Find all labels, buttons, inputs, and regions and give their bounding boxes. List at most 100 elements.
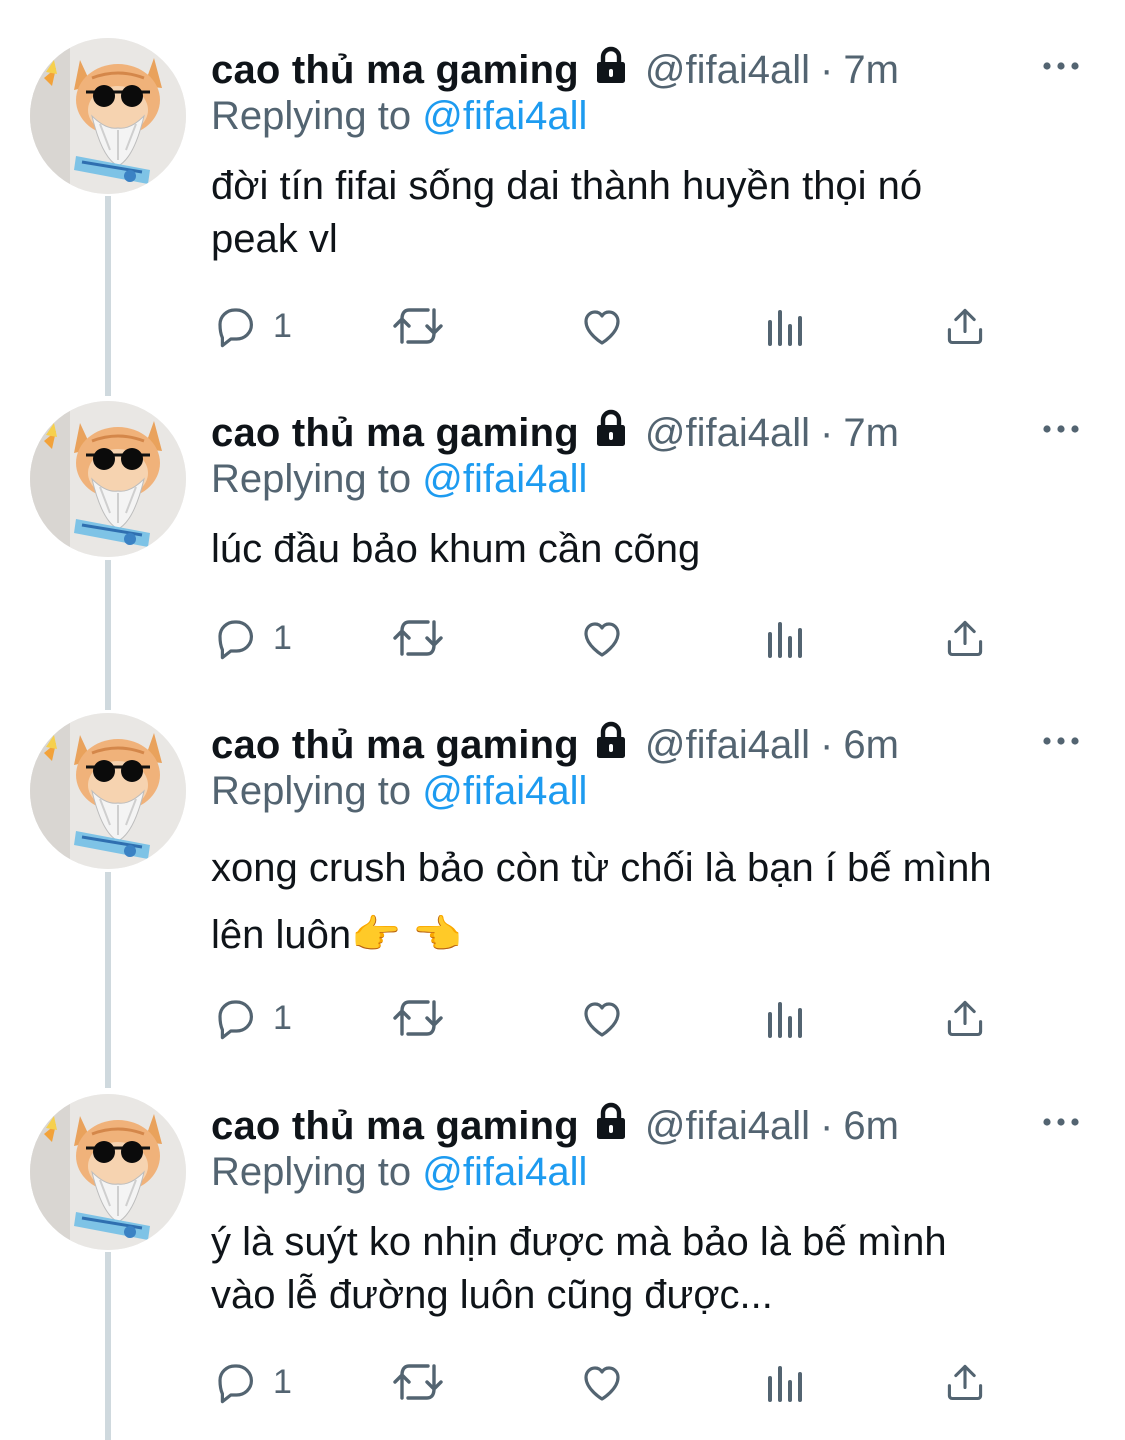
user-handle[interactable]: @fifai4all xyxy=(645,48,810,93)
user-handle[interactable]: @fifai4all xyxy=(645,1104,810,1149)
avatar[interactable] xyxy=(30,713,186,869)
action-bar: 1 xyxy=(211,296,1011,356)
avatar[interactable] xyxy=(30,38,186,194)
heart-icon xyxy=(577,302,627,350)
lock-icon xyxy=(591,408,631,458)
timestamp[interactable]: 7m xyxy=(843,411,899,456)
mention-link[interactable]: @fifai4all xyxy=(422,1150,587,1194)
mention-link[interactable]: @fifai4all xyxy=(422,769,587,813)
retweet-icon xyxy=(389,994,447,1042)
tweet-header: cao thủ ma gaming @fifai4all · 7m xyxy=(211,40,899,100)
more-dots-icon[interactable] xyxy=(1041,731,1081,751)
views-button[interactable] xyxy=(763,1352,805,1412)
timestamp[interactable]: 6m xyxy=(843,723,899,768)
reply-count: 1 xyxy=(273,1362,292,1401)
reply-button[interactable]: 1 xyxy=(211,608,292,668)
separator-dot: · xyxy=(820,410,834,455)
share-upload-icon xyxy=(943,302,987,350)
separator-dot: · xyxy=(820,722,834,767)
user-handle[interactable]: @fifai4all xyxy=(645,411,810,456)
separator-dot: · xyxy=(820,1103,834,1148)
lock-icon xyxy=(591,1101,631,1151)
more-dots-icon[interactable] xyxy=(1041,419,1081,439)
heart-icon xyxy=(577,1358,627,1406)
reply-bubble-icon xyxy=(211,302,259,350)
retweet-icon xyxy=(389,614,447,662)
reply-bubble-icon xyxy=(211,994,259,1042)
share-button[interactable] xyxy=(943,608,987,668)
action-bar: 1 xyxy=(211,1352,1011,1412)
retweet-icon xyxy=(389,1358,447,1406)
reply-button[interactable]: 1 xyxy=(211,296,292,356)
tweet[interactable]: cao thủ ma gaming @fifai4all · 6m Replyi… xyxy=(0,1056,1125,1440)
lock-icon xyxy=(591,720,631,770)
tweet-text: xong crush bảo còn từ chối là bạn í bế m… xyxy=(211,846,992,957)
views-button[interactable] xyxy=(763,296,805,356)
more-dots-icon[interactable] xyxy=(1041,56,1081,76)
tweet-text: đời tín fifai sống dai thành huyền thọi … xyxy=(211,164,923,261)
views-bar-chart-icon xyxy=(763,614,805,662)
timestamp[interactable]: 7m xyxy=(843,48,899,93)
views-button[interactable] xyxy=(763,608,805,668)
share-upload-icon xyxy=(943,614,987,662)
tweet-header: cao thủ ma gaming @fifai4all · 7m xyxy=(211,403,899,463)
mention-link[interactable]: @fifai4all xyxy=(422,94,587,138)
views-button[interactable] xyxy=(763,988,805,1048)
like-button[interactable] xyxy=(577,1352,627,1412)
share-upload-icon xyxy=(943,994,987,1042)
reply-bubble-icon xyxy=(211,1358,259,1406)
share-upload-icon xyxy=(943,1358,987,1406)
timestamp[interactable]: 6m xyxy=(843,1104,899,1149)
retweet-button[interactable] xyxy=(389,608,447,668)
tweet[interactable]: cao thủ ma gaming @fifai4all · 6m Replyi… xyxy=(0,675,1125,1075)
reply-button[interactable]: 1 xyxy=(211,1352,292,1412)
avatar[interactable] xyxy=(30,1094,186,1250)
retweet-button[interactable] xyxy=(389,988,447,1048)
heart-icon xyxy=(577,614,627,662)
user-handle[interactable]: @fifai4all xyxy=(645,723,810,768)
replying-to: Replying to @fifai4all xyxy=(211,1150,587,1195)
tweet-text: lúc đầu bảo khum cần cõng xyxy=(211,527,701,571)
share-button[interactable] xyxy=(943,296,987,356)
views-bar-chart-icon xyxy=(763,302,805,350)
retweet-button[interactable] xyxy=(389,1352,447,1412)
tweet[interactable]: cao thủ ma gaming @fifai4all · 7m Replyi… xyxy=(0,0,1125,380)
tweet[interactable]: cao thủ ma gaming @fifai4all · 7m Replyi… xyxy=(0,363,1125,683)
lock-icon xyxy=(591,45,631,95)
like-button[interactable] xyxy=(577,296,627,356)
like-button[interactable] xyxy=(577,988,627,1048)
tweet-text: ý là suýt ko nhịn được mà bảo là bế mình… xyxy=(211,1220,947,1317)
retweet-button[interactable] xyxy=(389,296,447,356)
reply-count: 1 xyxy=(273,618,292,657)
display-name[interactable]: cao thủ ma gaming xyxy=(211,1104,579,1149)
action-bar: 1 xyxy=(211,608,1011,668)
retweet-icon xyxy=(389,302,447,350)
mention-link[interactable]: @fifai4all xyxy=(422,457,587,501)
replying-to: Replying to @fifai4all xyxy=(211,769,587,814)
action-bar: 1 xyxy=(211,988,1011,1048)
replying-to: Replying to @fifai4all xyxy=(211,457,587,502)
reply-count: 1 xyxy=(273,998,292,1037)
reply-button[interactable]: 1 xyxy=(211,988,292,1048)
views-bar-chart-icon xyxy=(763,1358,805,1406)
replying-label: Replying to xyxy=(211,1150,412,1194)
replying-label: Replying to xyxy=(211,769,412,813)
heart-icon xyxy=(577,994,627,1042)
reply-bubble-icon xyxy=(211,614,259,662)
display-name[interactable]: cao thủ ma gaming xyxy=(211,411,579,456)
more-dots-icon[interactable] xyxy=(1041,1112,1081,1132)
replying-label: Replying to xyxy=(211,94,412,138)
views-bar-chart-icon xyxy=(763,994,805,1042)
share-button[interactable] xyxy=(943,1352,987,1412)
share-button[interactable] xyxy=(943,988,987,1048)
like-button[interactable] xyxy=(577,608,627,668)
separator-dot: · xyxy=(820,47,834,92)
tweet-header: cao thủ ma gaming @fifai4all · 6m xyxy=(211,1096,899,1156)
reply-count: 1 xyxy=(273,306,292,345)
tweet-header: cao thủ ma gaming @fifai4all · 6m xyxy=(211,715,899,775)
display-name[interactable]: cao thủ ma gaming xyxy=(211,48,579,93)
display-name[interactable]: cao thủ ma gaming xyxy=(211,723,579,768)
avatar[interactable] xyxy=(30,401,186,557)
replying-label: Replying to xyxy=(211,457,412,501)
replying-to: Replying to @fifai4all xyxy=(211,94,587,139)
